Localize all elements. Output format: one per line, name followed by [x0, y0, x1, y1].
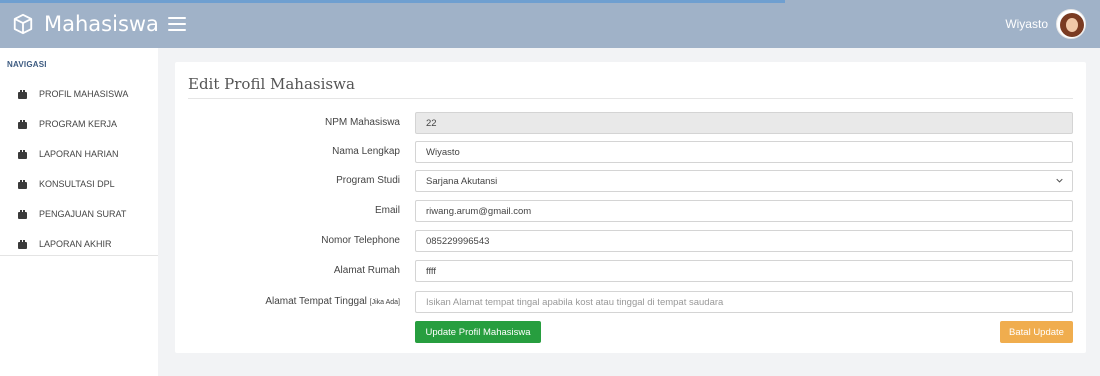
form-row-alamat: Alamat Rumah ffff — [175, 260, 1086, 282]
telp-field[interactable]: 085229996543 — [415, 230, 1073, 252]
prodi-label: Program Studi — [336, 175, 400, 186]
form-row-prodi: Program Studi Sarjana Akutansi — [175, 170, 1086, 192]
nama-label: Nama Lengkap — [332, 146, 400, 157]
sidebar-item-profil-mahasiswa[interactable]: PROFIL MAHASISWA — [0, 79, 158, 109]
calendar-icon — [18, 149, 27, 159]
calendar-icon — [18, 89, 27, 99]
form-row-nama: Nama Lengkap Wiyasto — [175, 141, 1086, 163]
sidebar-item-label: PENGAJUAN SURAT — [39, 209, 127, 219]
cube-icon — [13, 13, 33, 35]
sidebar-item-label: LAPORAN AKHIR — [39, 239, 112, 249]
alamat-label: Alamat Rumah — [333, 265, 400, 276]
calendar-icon — [18, 239, 27, 249]
brand[interactable]: Mahasiswa — [0, 12, 160, 36]
sidebar-item-label: PROGRAM KERJA — [39, 119, 118, 129]
email-label: Email — [374, 205, 400, 216]
user-name: Wiyasto — [1005, 17, 1048, 31]
calendar-icon — [18, 209, 27, 219]
nav-heading: NAVIGASI — [7, 60, 47, 69]
divider — [188, 98, 1073, 99]
prodi-select[interactable]: Sarjana Akutansi — [415, 170, 1073, 192]
calendar-icon — [18, 119, 27, 129]
top-accent-bar — [0, 0, 785, 3]
menu-toggle-icon[interactable] — [168, 17, 186, 31]
calendar-icon — [18, 179, 27, 189]
form-row-npm: NPM Mahasiswa 22 — [175, 112, 1086, 134]
edit-profile-panel: Edit Profil Mahasiswa NPM Mahasiswa 22 N… — [175, 62, 1086, 353]
tinggal-field[interactable]: Isikan Alamat tempat tingal apabila kost… — [415, 291, 1073, 313]
sidebar-item-label: PROFIL MAHASISWA — [39, 89, 129, 99]
tinggal-label-suffix: [Jika Ada] — [369, 299, 400, 306]
update-profile-button[interactable]: Update Profil Mahasiswa — [415, 321, 541, 343]
nav-list: PROFIL MAHASISWA PROGRAM KERJA LAPORAN H… — [0, 79, 158, 259]
form-row-tinggal: Alamat Tempat Tinggal [Jika Ada] Isikan … — [175, 291, 1086, 313]
app-title: Mahasiswa — [44, 12, 159, 36]
form-row-telp: Nomor Telephone 085229996543 — [175, 230, 1086, 252]
page-title: Edit Profil Mahasiswa — [188, 75, 355, 93]
sidebar: NAVIGASI PROFIL MAHASISWA PROGRAM KERJA … — [0, 48, 158, 376]
sidebar-item-pengajuan-surat[interactable]: PENGAJUAN SURAT — [0, 199, 158, 229]
avatar — [1056, 9, 1086, 39]
telp-label: Nomor Telephone — [321, 235, 400, 246]
sidebar-item-program-kerja[interactable]: PROGRAM KERJA — [0, 109, 158, 139]
sidebar-item-konsultasi-dpl[interactable]: KONSULTASI DPL — [0, 169, 158, 199]
user-menu[interactable]: Wiyasto — [1005, 9, 1086, 39]
alamat-field[interactable]: ffff — [415, 260, 1073, 282]
tinggal-label: Alamat Tempat Tinggal [Jika Ada] — [265, 296, 400, 307]
cancel-update-button[interactable]: Batal Update — [1000, 321, 1073, 343]
nama-field[interactable]: Wiyasto — [415, 141, 1073, 163]
top-navbar: Mahasiswa Wiyasto — [0, 0, 1100, 48]
sidebar-item-laporan-harian[interactable]: LAPORAN HARIAN — [0, 139, 158, 169]
form-row-email: Email riwang.arum@gmail.com — [175, 200, 1086, 222]
npm-label: NPM Mahasiswa — [324, 117, 400, 128]
email-field[interactable]: riwang.arum@gmail.com — [415, 200, 1073, 222]
npm-field[interactable]: 22 — [415, 112, 1073, 134]
nav-divider — [0, 255, 158, 256]
chevron-down-icon — [1056, 178, 1063, 183]
tinggal-label-text: Alamat Tempat Tinggal — [265, 296, 367, 307]
sidebar-item-label: KONSULTASI DPL — [39, 179, 115, 189]
sidebar-item-label: LAPORAN HARIAN — [39, 149, 119, 159]
prodi-selected-value: Sarjana Akutansi — [426, 176, 498, 187]
